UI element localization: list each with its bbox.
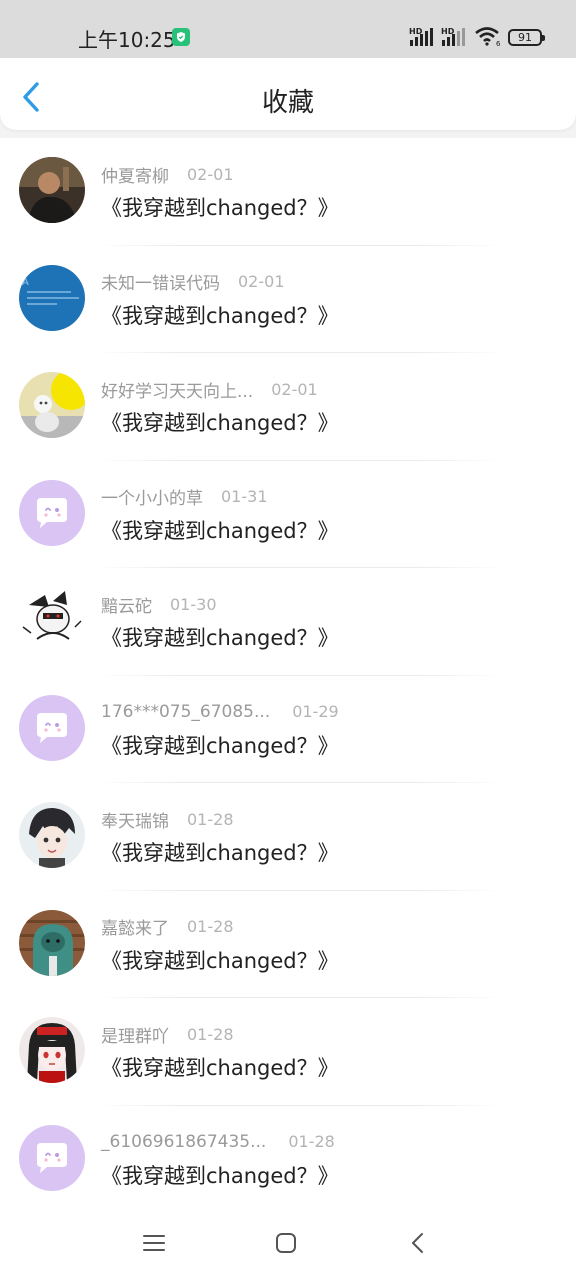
item-meta: 奉天瑞锦 01-28	[101, 807, 234, 832]
photo-man-avatar[interactable]	[19, 157, 85, 223]
username[interactable]: 好好学习天天向上...	[101, 377, 253, 402]
item-date: 01-30	[170, 594, 217, 614]
item-meta: 仲夏寄柳 02-01	[101, 162, 234, 187]
system-nav-bar	[0, 1210, 576, 1280]
list-item[interactable]: A 未知一错误代码 02-01 《我穿越到changed？》	[0, 246, 576, 353]
username[interactable]: 黯云砣	[101, 592, 152, 617]
favorite-title[interactable]: 《我穿越到changed？》	[101, 945, 339, 975]
favorites-list: 仲夏寄柳 02-01 《我穿越到changed？》 A 未知一错误代码 02-0…	[0, 138, 576, 1210]
username[interactable]: 未知一错误代码	[101, 269, 220, 294]
item-meta: 好好学习天天向上... 02-01	[101, 377, 318, 402]
favorite-title[interactable]: 《我穿越到changed？》	[101, 192, 339, 222]
list-item[interactable]: 是理群吖 01-28 《我穿越到changed？》	[0, 998, 576, 1106]
list-item[interactable]: 好好学习天天向上... 02-01 《我穿越到changed？》	[0, 353, 576, 461]
username[interactable]: 嘉懿来了	[101, 914, 169, 939]
home-icon[interactable]	[275, 1232, 297, 1258]
svg-text:A: A	[22, 277, 29, 288]
status-bar: 上午10:25 HD HD 6 91	[0, 0, 576, 58]
item-date: 02-01	[187, 164, 234, 184]
yellow-cartoon-avatar[interactable]	[19, 372, 85, 438]
item-date: 01-28	[187, 1024, 234, 1044]
app-header: 收藏	[0, 58, 576, 130]
item-date: 01-29	[292, 702, 339, 721]
list-item[interactable]: 仲夏寄柳 02-01 《我穿越到changed？》	[0, 138, 576, 246]
svg-text:6: 6	[496, 40, 501, 46]
list-item[interactable]: 一个小小的草 01-31 《我穿越到changed？》	[0, 461, 576, 568]
default-chat-avatar[interactable]	[19, 479, 85, 546]
list-item[interactable]: 黯云砣 01-30 《我穿越到changed？》	[0, 568, 576, 676]
username[interactable]: 仲夏寄柳	[101, 162, 169, 187]
default-chat-avatar[interactable]	[19, 694, 85, 761]
item-meta: 未知一错误代码 02-01	[101, 270, 285, 294]
back-nav-icon[interactable]	[408, 1232, 430, 1258]
page-title: 收藏	[261, 88, 314, 118]
username[interactable]: 奉天瑞锦	[101, 807, 169, 832]
favorite-title[interactable]: 《我穿越到changed？》	[101, 1160, 339, 1190]
favorite-title[interactable]: 《我穿越到changed？》	[101, 730, 339, 760]
item-meta: 黯云砣 01-30	[101, 592, 217, 617]
list-item[interactable]: 奉天瑞锦 01-28 《我穿越到changed？》	[0, 783, 576, 891]
battery-indicator: 91	[508, 29, 545, 46]
favorite-title[interactable]: 《我穿越到changed？》	[101, 300, 339, 330]
favorite-title[interactable]: 《我穿越到changed？》	[101, 1052, 339, 1082]
wifi-icon: 6	[474, 26, 502, 50]
signal-strength-icon-1	[410, 28, 436, 50]
username[interactable]: 是理群吖	[101, 1022, 169, 1047]
username[interactable]: 一个小小的草	[101, 484, 203, 509]
item-meta: 是理群吖 01-28	[101, 1022, 234, 1047]
menu-icon[interactable]	[143, 1232, 165, 1258]
anime-girl-avatar[interactable]	[19, 1017, 85, 1083]
item-meta: _6106961867435... 01-28	[101, 1130, 335, 1154]
item-meta: 嘉懿来了 01-28	[101, 915, 234, 939]
list-item[interactable]: 嘉懿来了 01-28 《我穿越到changed？》	[0, 891, 576, 998]
item-date: 02-01	[271, 379, 318, 399]
signal-strength-icon-2	[442, 28, 468, 50]
favorite-title[interactable]: 《我穿越到changed？》	[101, 837, 339, 867]
item-date: 01-31	[221, 487, 268, 506]
item-date: 01-28	[187, 809, 234, 829]
username[interactable]: 176***075_67085...	[101, 702, 270, 722]
favorite-title[interactable]: 《我穿越到changed？》	[101, 515, 339, 545]
item-meta: 一个小小的草 01-31	[101, 485, 268, 509]
item-date: 01-28	[288, 1132, 335, 1151]
item-date: 01-28	[187, 917, 234, 936]
status-time: 上午10:25	[78, 28, 176, 52]
anime-boy-avatar[interactable]	[19, 802, 85, 868]
list-item[interactable]: _6106961867435... 01-28 《我穿越到changed？》	[0, 1106, 576, 1214]
green-hood-avatar[interactable]	[19, 909, 85, 976]
username[interactable]: _6106961867435...	[101, 1132, 266, 1152]
blue-screen-avatar[interactable]: A	[19, 264, 85, 331]
list-item[interactable]: 176***075_67085... 01-29 《我穿越到changed？》	[0, 676, 576, 783]
security-shield-icon	[172, 28, 190, 46]
default-chat-avatar[interactable]	[19, 1124, 85, 1191]
sketch-character-avatar[interactable]	[19, 587, 85, 653]
item-date: 02-01	[238, 272, 285, 291]
favorite-title[interactable]: 《我穿越到changed？》	[101, 622, 339, 652]
item-meta: 176***075_67085... 01-29	[101, 700, 339, 724]
favorite-title[interactable]: 《我穿越到changed？》	[101, 407, 339, 437]
